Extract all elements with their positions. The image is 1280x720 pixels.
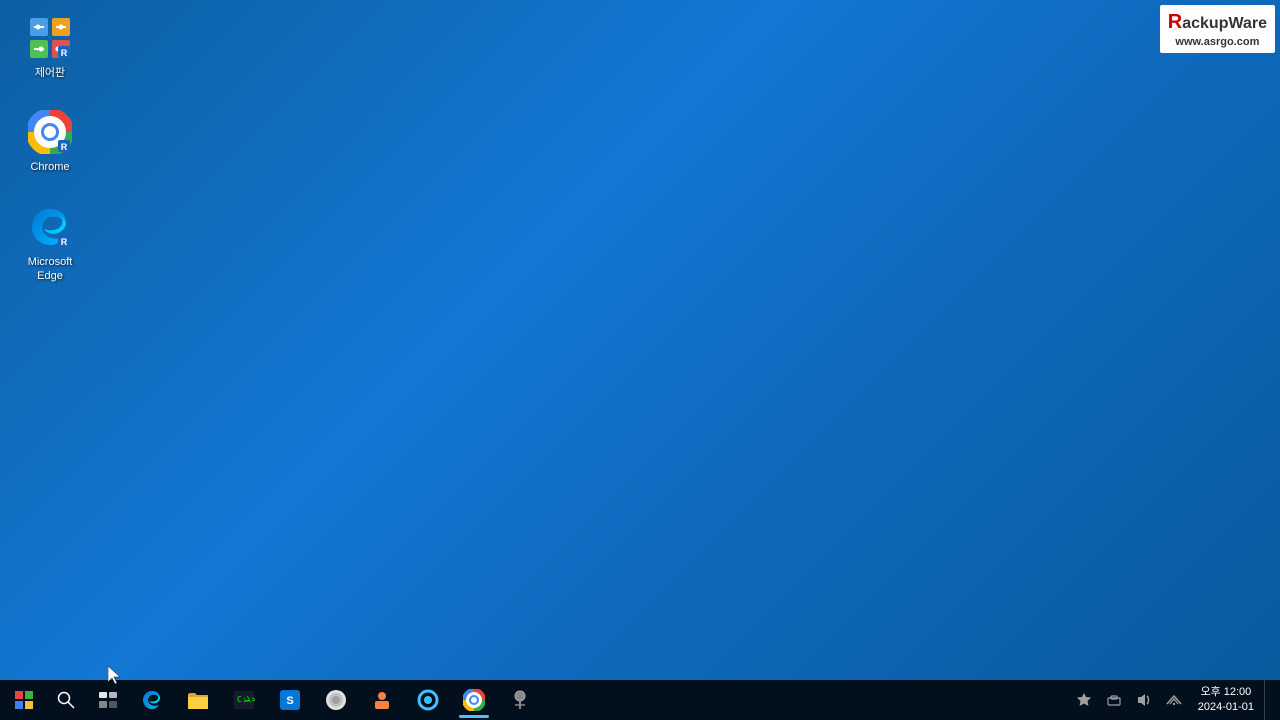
desktop: R 제어판 <box>0 0 1280 680</box>
tray-icon-2[interactable] <box>1100 680 1128 720</box>
tray-icon-network[interactable] <box>1160 680 1188 720</box>
clock-time: 오후 12:00 <box>1198 685 1254 700</box>
start-button[interactable] <box>4 680 44 720</box>
watermark-url: www.asrgo.com <box>1175 35 1259 49</box>
system-clock[interactable]: 오후 12:00 2024-01-01 <box>1190 685 1262 716</box>
edge-label: Microsoft Edge <box>14 255 86 284</box>
taskbar-app4[interactable] <box>498 680 542 720</box>
taskbar-app3[interactable] <box>406 680 450 720</box>
taskbar-terminal[interactable]: C:\> <box>222 680 266 720</box>
chrome-icon[interactable]: R Chrome <box>10 104 90 178</box>
watermark-rest: ackupWare <box>1182 15 1267 32</box>
taskbar: C:\> S <box>0 680 1280 720</box>
control-panel-label: 제어판 <box>35 66 65 80</box>
chrome-label: Chrome <box>30 160 69 174</box>
search-button[interactable] <box>46 680 86 720</box>
watermark-title: RackupWare <box>1168 9 1267 35</box>
taskbar-app2[interactable] <box>360 680 404 720</box>
svg-text:C:\>: C:\> <box>237 695 255 704</box>
desktop-icons: R 제어판 <box>10 10 90 287</box>
clock-date: 2024-01-01 <box>1198 700 1254 715</box>
edge-image: R <box>26 203 74 251</box>
show-desktop-button[interactable] <box>1264 680 1272 720</box>
watermark-r: R <box>1168 11 1182 33</box>
svg-text:S: S <box>286 695 293 707</box>
task-view-button[interactable] <box>88 680 128 720</box>
svg-text:R: R <box>61 48 68 58</box>
taskbar-file-explorer[interactable] <box>176 680 220 720</box>
svg-text:R: R <box>61 237 68 247</box>
taskbar-app1[interactable] <box>314 680 358 720</box>
taskbar-edge[interactable] <box>130 680 174 720</box>
taskbar-store[interactable]: S <box>268 680 312 720</box>
control-panel-icon[interactable]: R 제어판 <box>10 10 90 84</box>
taskbar-chrome[interactable] <box>452 680 496 720</box>
chrome-image: R <box>26 108 74 156</box>
svg-text:R: R <box>61 142 68 152</box>
control-panel-image: R <box>26 14 74 62</box>
watermark: RackupWare www.asrgo.com <box>1160 5 1275 53</box>
tray-icon-1[interactable] <box>1070 680 1098 720</box>
tray-icon-volume[interactable] <box>1130 680 1158 720</box>
system-tray: 오후 12:00 2024-01-01 <box>1070 680 1276 720</box>
edge-icon[interactable]: R Microsoft Edge <box>10 199 90 288</box>
